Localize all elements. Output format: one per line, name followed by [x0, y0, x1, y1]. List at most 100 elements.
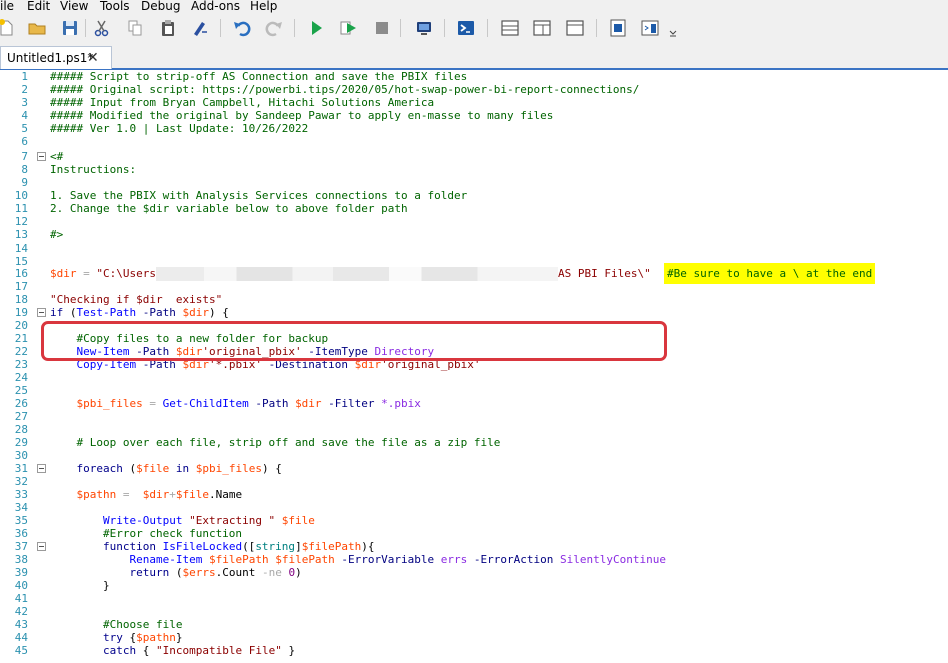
line-number: 38 — [14, 553, 28, 566]
keyword: catch — [102, 644, 137, 657]
argument: errs — [440, 553, 468, 566]
variable: $filePath — [301, 540, 362, 553]
layout-top-icon[interactable] — [500, 18, 520, 38]
line-number: 1 — [21, 70, 28, 83]
cut-icon[interactable] — [92, 18, 112, 38]
paste-icon[interactable] — [158, 18, 178, 38]
fold-toggle[interactable] — [37, 152, 46, 161]
fold-toggle[interactable] — [37, 308, 46, 317]
line-number: 7 — [21, 150, 28, 163]
line-number: 21 — [14, 332, 28, 345]
punct: { — [122, 631, 137, 644]
code-line: $pbi_files = Get-ChildItem -Path $dir -F… — [50, 397, 421, 410]
save-icon[interactable] — [60, 18, 80, 38]
code-line: foreach ($file in $pbi_files) { — [50, 462, 282, 475]
punct: } — [281, 644, 296, 657]
punct: ){ — [361, 540, 375, 553]
fold-toggle[interactable] — [37, 542, 46, 551]
code-line: catch { "Incompatible File" } — [50, 644, 295, 657]
code-line: $pathn = $dir+$file.Name — [50, 488, 243, 501]
line-number: 22 — [14, 345, 28, 358]
overflow-chevron-icon[interactable] — [668, 18, 678, 38]
path-string-end: AS PBI Files\" — [557, 267, 651, 280]
toolbar-separator — [487, 19, 488, 37]
operator: + — [169, 488, 176, 501]
keyword: function — [102, 540, 156, 553]
close-icon[interactable]: ✕ — [87, 47, 99, 69]
toolbar-separator — [220, 19, 221, 37]
keyword: foreach — [76, 462, 123, 475]
new-file-icon[interactable] — [0, 18, 16, 38]
line-number: 18 — [14, 293, 28, 306]
menu-addons[interactable]: Add-ons — [191, 0, 240, 14]
line-number: 12 — [14, 215, 28, 228]
undo-icon[interactable] — [232, 18, 252, 38]
redacted-path — [155, 267, 558, 281]
line-number: 35 — [14, 514, 28, 527]
menu-bar: ile Edit View Tools Debug Add-ons Help — [0, 0, 948, 14]
code-line: <# — [50, 150, 64, 163]
line-number: 28 — [14, 423, 28, 436]
menu-file[interactable]: ile — [0, 0, 14, 14]
variable: $filePath — [268, 553, 335, 566]
punct: { — [136, 644, 156, 657]
powershell-console-icon[interactable] — [456, 18, 476, 38]
line-number: 26 — [14, 397, 28, 410]
line-number: 36 — [14, 527, 28, 540]
variable: $dir — [142, 488, 170, 501]
line-number: 2 — [21, 83, 28, 96]
show-commands-icon[interactable] — [608, 18, 628, 38]
variable-dir: $dir — [50, 267, 77, 280]
keyword: in — [169, 462, 196, 475]
line-number: 39 — [14, 566, 28, 579]
code-line: "Checking if $dir exists" — [50, 293, 223, 306]
menu-view[interactable]: View — [60, 0, 88, 14]
stop-icon[interactable] — [372, 18, 392, 38]
cmdlet: Rename-Item — [129, 553, 203, 566]
punct: ( — [169, 566, 183, 579]
copy-icon[interactable] — [125, 18, 145, 38]
script-editor[interactable]: 1 ##### Script to strip-off AS Connection… — [0, 70, 948, 663]
redo-icon[interactable] — [264, 18, 284, 38]
path-string: "C:\Users — [96, 267, 156, 280]
line-number: 41 — [14, 592, 28, 605]
line-number: 34 — [14, 501, 28, 514]
clear-icon[interactable] — [190, 18, 210, 38]
code-line: return ($errs.Count -ne 0) — [50, 566, 301, 579]
fold-toggle[interactable] — [37, 464, 46, 473]
line-number: 8 — [21, 163, 28, 176]
menu-debug[interactable]: Debug — [141, 0, 180, 14]
layout-right-icon[interactable] — [532, 18, 552, 38]
run-icon[interactable] — [306, 18, 326, 38]
tab-untitled1[interactable]: Untitled1.ps1* ✕ — [0, 46, 112, 69]
run-selection-icon[interactable] — [338, 18, 358, 38]
operator: = — [142, 397, 163, 410]
line-number: 45 — [14, 644, 28, 657]
line-number: 42 — [14, 605, 28, 618]
layout-max-icon[interactable] — [565, 18, 585, 38]
menu-help[interactable]: Help — [250, 0, 277, 14]
code-line-dir-assignment: $dir = "C:\Users AS PBI Files\" #Be sure … — [50, 263, 876, 284]
code-line: 2. Change the $dir variable below to abo… — [50, 202, 408, 215]
variable: $pathn — [76, 488, 117, 501]
command-addon-icon[interactable] — [640, 18, 660, 38]
code-line: #> — [50, 228, 64, 241]
line-number: 44 — [14, 631, 28, 644]
menu-tools[interactable]: Tools — [100, 0, 130, 14]
menu-edit[interactable]: Edit — [27, 0, 50, 14]
punct: } — [175, 631, 183, 644]
variable: $file — [136, 462, 170, 475]
line-number: 6 — [21, 135, 28, 148]
function-name: IsFileLocked — [155, 540, 243, 553]
line-number: 37 — [14, 540, 28, 553]
punct: ([ — [242, 540, 256, 553]
open-folder-icon[interactable] — [27, 18, 47, 38]
variable: $dir — [182, 306, 209, 319]
string: "Incompatible File" — [155, 644, 282, 657]
code-line: Rename-Item $filePath $filePath -ErrorVa… — [50, 553, 665, 566]
toolbar-separator — [400, 19, 401, 37]
remote-powershell-icon[interactable] — [414, 18, 434, 38]
tab-label: Untitled1.ps1* — [7, 51, 94, 65]
line-number: 11 — [14, 202, 28, 215]
toolbar-separator — [444, 19, 445, 37]
